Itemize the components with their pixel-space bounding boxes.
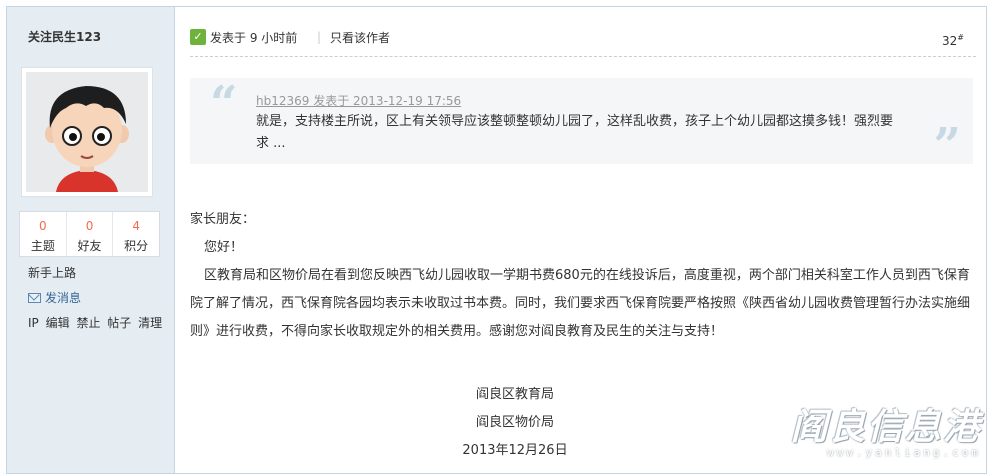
watermark-logo-text: 阎良信息港 bbox=[790, 407, 981, 448]
open-quote-icon: “ bbox=[210, 76, 238, 132]
stat-topics[interactable]: 0 主题 bbox=[20, 212, 67, 256]
post-content: 家长朋友： 您好！ 区教育局和区物价局在看到您反映西飞幼儿园收取一学期书费680… bbox=[190, 206, 980, 458]
floor-number-value: 32 bbox=[942, 34, 958, 48]
header-divider: | bbox=[317, 30, 322, 44]
post-body: 区教育局和区物价局在看到您反映西飞幼儿园收取一学期书费680元的在线投诉后，高度… bbox=[190, 268, 971, 339]
admin-link-ban[interactable]: 禁止 bbox=[76, 316, 100, 330]
author-username[interactable]: 关注民生123 bbox=[28, 28, 101, 45]
admin-link-posts[interactable]: 帖子 bbox=[107, 316, 131, 330]
post-header: ✓ 发表于 9 小时前 | 只看该作者 32# bbox=[190, 27, 976, 57]
post-time: 发表于 9 小时前 bbox=[210, 31, 298, 45]
author-stats: 0 主题 0 好友 4 积分 bbox=[19, 211, 160, 257]
stat-friends-label: 好友 bbox=[77, 239, 102, 253]
quote-text: 就是，支持楼主所说，区上有关领导应该整顿整顿幼儿园了，这样乱收费，孩子上个幼儿园… bbox=[256, 114, 894, 151]
floor-suffix: # bbox=[957, 33, 964, 42]
send-message-link[interactable]: 发消息 bbox=[28, 289, 81, 306]
stat-friends-value: 0 bbox=[85, 219, 94, 233]
admin-link-ip[interactable]: IP bbox=[28, 316, 39, 330]
quote-block: “ hb12369 发表于 2013-12-19 17:56 就是，支持楼主所说… bbox=[190, 76, 973, 170]
avatar[interactable] bbox=[21, 67, 153, 197]
stat-topics-value: 0 bbox=[39, 219, 47, 233]
greeting: 家长朋友： bbox=[190, 212, 256, 227]
quote-author-link[interactable]: hb12369 发表于 2013-12-19 17:56 bbox=[256, 92, 461, 109]
stat-friends[interactable]: 0 好友 bbox=[67, 212, 114, 256]
stat-points-label: 积分 bbox=[124, 239, 149, 253]
floor-number[interactable]: 32# bbox=[942, 33, 964, 48]
stat-points-value: 4 bbox=[132, 219, 140, 233]
view-author-only-link[interactable]: 只看该作者 bbox=[330, 29, 390, 46]
user-rank[interactable]: 新手上路 bbox=[28, 264, 76, 281]
stat-points[interactable]: 4 积分 bbox=[113, 212, 159, 256]
online-status-icon: ✓ bbox=[190, 29, 206, 45]
avatar-cartoon-boy-image bbox=[26, 72, 148, 192]
admin-link-clean[interactable]: 清理 bbox=[138, 316, 162, 330]
send-message-label: 发消息 bbox=[45, 291, 82, 305]
admin-links: IP 编辑 禁止 帖子 清理 bbox=[28, 314, 165, 331]
envelope-icon bbox=[28, 292, 41, 303]
admin-link-edit[interactable]: 编辑 bbox=[46, 316, 70, 330]
site-watermark: 阎良信息港 www.yanliang.com bbox=[791, 398, 981, 459]
stat-topics-label: 主题 bbox=[30, 239, 55, 253]
close-quote-icon: ” bbox=[933, 118, 961, 174]
hello-line: 您好！ bbox=[204, 240, 244, 255]
